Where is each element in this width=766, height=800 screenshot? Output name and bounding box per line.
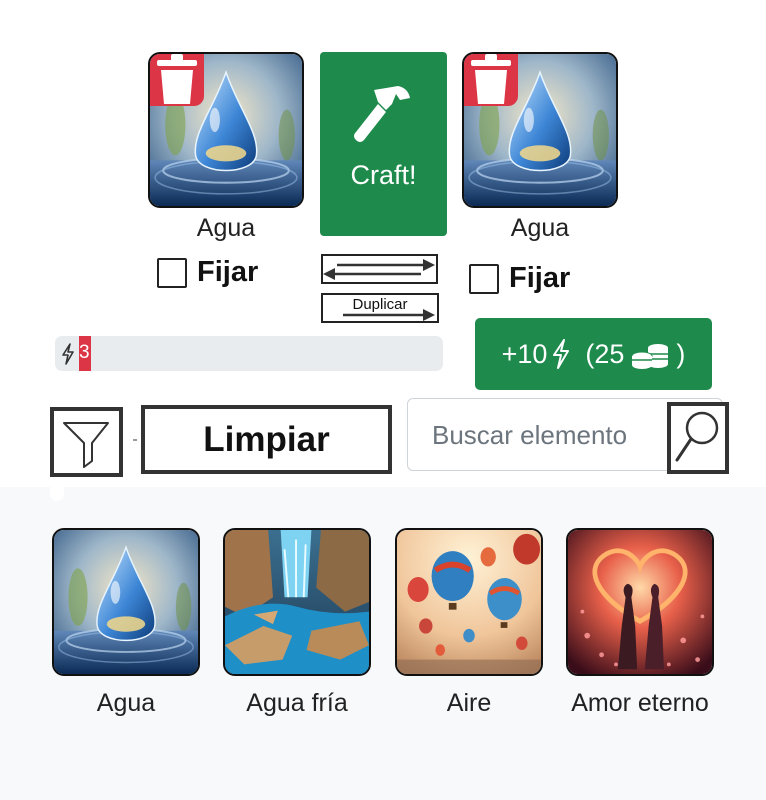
pin-checkbox-left[interactable]: Fijar	[157, 256, 258, 289]
buy-close: )	[676, 338, 686, 369]
pin-label: Fijar	[197, 256, 259, 288]
hot-air-balloons-image	[397, 530, 541, 674]
element-card[interactable]: Aire	[395, 528, 543, 724]
crafting-slot-left[interactable]	[148, 52, 304, 208]
filter-icon	[63, 422, 109, 468]
element-name: Agua	[96, 689, 156, 717]
grid-tab-marker	[50, 487, 64, 501]
element-card[interactable]: Agua fría	[223, 528, 371, 724]
buy-amount: +10	[501, 338, 548, 369]
element-thumbnail	[395, 528, 543, 676]
coins-icon	[631, 344, 669, 369]
element-name: Amor eterno	[571, 689, 709, 717]
waterfall-image	[225, 530, 369, 674]
lightning-icon	[62, 343, 74, 365]
search-input[interactable]	[432, 417, 672, 453]
trash-icon-left[interactable]	[150, 54, 204, 106]
divider-dot	[133, 439, 137, 441]
water-drop-image	[54, 530, 198, 674]
pin-checkbox-right[interactable]: Fijar	[469, 262, 570, 295]
slot-left-name: Agua	[196, 214, 256, 242]
heart-couple-image	[568, 530, 712, 674]
arrow-right-icon	[343, 309, 435, 321]
energy-bar: 3	[55, 336, 443, 371]
energy-value: 3	[79, 342, 90, 363]
craft-button[interactable]: Craft!	[320, 52, 447, 236]
slot-right-name: Agua	[510, 214, 570, 242]
element-card[interactable]: Agua	[52, 528, 200, 724]
clear-button[interactable]: Limpiar	[141, 405, 392, 474]
element-card[interactable]: Amor eterno	[566, 528, 714, 724]
crafting-slot-right[interactable]	[462, 52, 618, 208]
element-thumbnail	[52, 528, 200, 676]
duplicate-button[interactable]: Duplicar	[321, 293, 439, 323]
buy-energy-button[interactable]: +10 (25 )	[475, 318, 712, 390]
checkbox-box[interactable]	[469, 263, 499, 294]
swap-arrows-icon	[323, 259, 435, 280]
filter-button[interactable]	[50, 407, 123, 477]
element-thumbnail	[223, 528, 371, 676]
buy-cost: (25	[585, 338, 625, 369]
element-name: Aire	[446, 689, 492, 717]
magnifier-icon	[675, 411, 719, 462]
checkbox-box[interactable]	[157, 257, 187, 288]
trash-icon-right[interactable]	[464, 54, 518, 106]
lightning-icon	[553, 339, 570, 369]
pin-label: Fijar	[509, 262, 571, 294]
element-name: Agua fría	[246, 689, 348, 717]
swap-button[interactable]	[321, 254, 438, 284]
craft-label: Craft!	[350, 160, 417, 190]
search-button[interactable]	[667, 402, 729, 474]
element-thumbnail	[566, 528, 714, 676]
hammer-icon	[353, 86, 410, 142]
